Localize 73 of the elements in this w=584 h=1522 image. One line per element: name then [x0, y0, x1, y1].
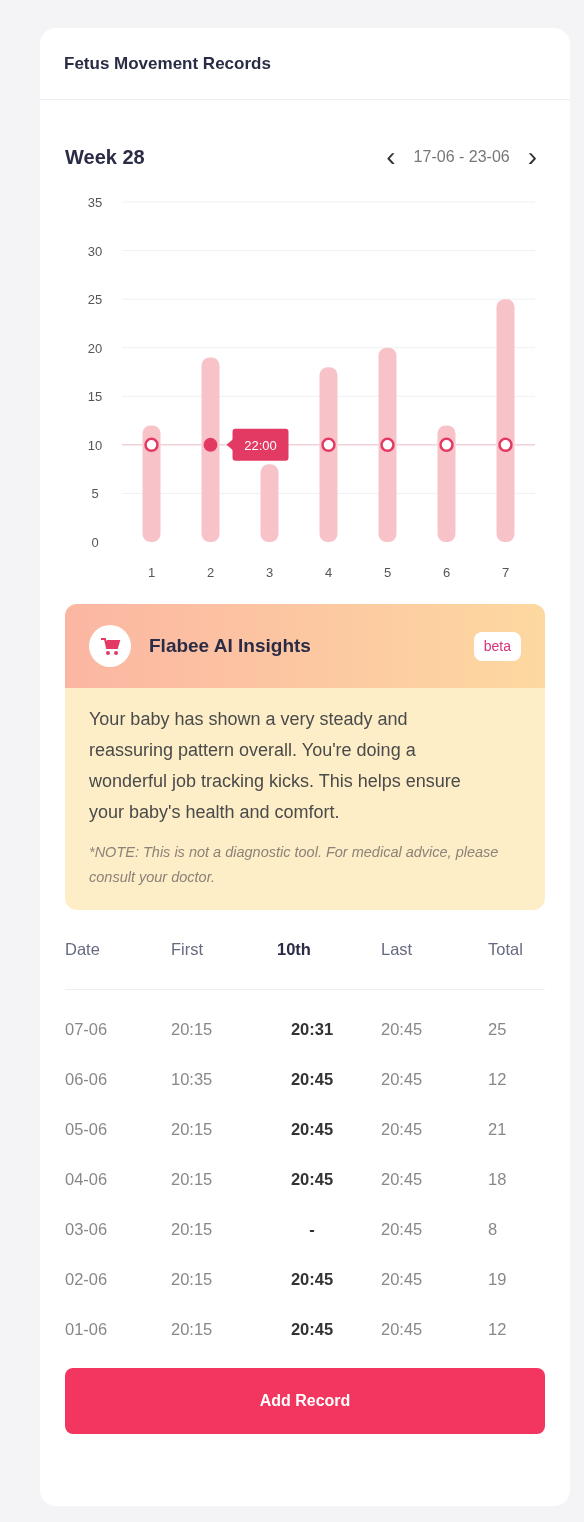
table-cell-text: 25	[488, 1018, 508, 1040]
y-axis-label: 25	[87, 292, 103, 308]
y-axis-label: 0	[91, 535, 99, 550]
table-cell-text: 04-06	[65, 1168, 109, 1190]
x-axis-label: 1	[147, 565, 156, 580]
table-cell-text: 05-06	[65, 1118, 109, 1140]
week-label: Week 28	[65, 145, 145, 170]
table-cell-text: 20:45	[381, 1218, 424, 1240]
x-axis-label: 3	[265, 565, 274, 580]
marker-point[interactable]	[203, 437, 218, 452]
table-cell-text: 20:45	[381, 1168, 424, 1190]
table-cell-text: 20:15	[171, 1168, 214, 1190]
column-header: Total	[488, 939, 524, 961]
next-week-button[interactable]: ›	[527, 143, 537, 171]
marker-point[interactable]	[439, 437, 454, 453]
marker-point[interactable]	[498, 437, 513, 453]
date-range: 17-06 - 23-06	[413, 147, 510, 167]
table-cell-text: 12	[488, 1318, 508, 1340]
add-record-button[interactable]: Add Record	[65, 1368, 545, 1434]
table-cell-text: 20:45	[381, 1268, 424, 1290]
table-cell-text: 20:45	[289, 1318, 335, 1340]
table-cell-text: 20:15	[171, 1018, 214, 1040]
table-cell-text: 12	[488, 1068, 508, 1090]
y-axis-label: 10	[87, 437, 103, 453]
y-axis-label: 5	[91, 486, 99, 502]
x-axis-label: 7	[501, 565, 510, 580]
column-header: Last	[381, 939, 414, 961]
previous-week-button[interactable]: ‹	[386, 143, 396, 171]
column-header: 10th	[277, 939, 312, 961]
table-cell-text: 03-06	[65, 1218, 109, 1240]
column-header: Date	[65, 939, 101, 961]
annotation: 22:00	[244, 437, 277, 453]
table-cell-text: 20:45	[381, 1068, 424, 1090]
x-axis-label: 2	[206, 565, 215, 580]
card-title: Fetus Movement Records	[64, 52, 271, 75]
table-cell-text: 20:45	[381, 1118, 424, 1140]
marker-point[interactable]	[144, 437, 159, 453]
y-axis-label: 15	[87, 389, 103, 405]
table-cell-text: 21	[488, 1118, 508, 1140]
table-cell-text: 20:45	[289, 1068, 335, 1090]
table-cell-text: 19	[488, 1268, 508, 1290]
marker-point[interactable]	[380, 437, 395, 453]
x-axis-label: 4	[324, 565, 333, 580]
table-cell-text: 01-06	[65, 1318, 109, 1340]
beta-badge: beta	[473, 631, 521, 661]
table-cell-text: 02-06	[65, 1268, 109, 1290]
x-axis-label: 6	[442, 565, 451, 580]
table-cell-text: 20:45	[381, 1318, 424, 1340]
table-cell-text: 18	[488, 1168, 508, 1190]
y-axis-label: 30	[87, 243, 103, 259]
insights-text: Your baby has shown a very steady and reassuring pattern overall. You're doing a wonderful job tracking kicks. This helps ensure your baby's health and comfort.	[88, 708, 462, 824]
table-cell-text: 10:35	[171, 1068, 214, 1090]
y-axis-label: 20	[87, 340, 103, 356]
table-cell-text: 8	[488, 1218, 499, 1240]
insights-title: Flabee AI Insights	[149, 633, 312, 658]
table-cell-text: 20:15	[171, 1318, 214, 1340]
table-cell-text: 20:45	[289, 1118, 335, 1140]
chart-tooltip: 22:00	[226, 428, 289, 461]
table-cell-text: -	[308, 1218, 316, 1240]
column-header: First	[171, 939, 205, 961]
table-cell-text: 06-06	[65, 1068, 109, 1090]
marker-point[interactable]	[321, 437, 336, 453]
table-cell-text: 20:31	[289, 1018, 335, 1040]
table-cell-text: 20:45	[289, 1168, 335, 1190]
table-cell-text: 20:45	[289, 1268, 335, 1290]
x-axis-label: 5	[383, 565, 392, 580]
table-cell-text: 20:45	[381, 1018, 424, 1040]
table-cell-text: 20:15	[171, 1118, 214, 1140]
disclaimer-note: *NOTE: This is not a diagnostic tool. For medical advice, please consult your doctor.	[88, 843, 500, 887]
y-axis-label: 35	[87, 195, 103, 210]
table-cell-text: 07-06	[65, 1018, 109, 1040]
table-cell-text: 20:15	[171, 1218, 214, 1240]
table-cell-text: 20:15	[171, 1268, 214, 1290]
